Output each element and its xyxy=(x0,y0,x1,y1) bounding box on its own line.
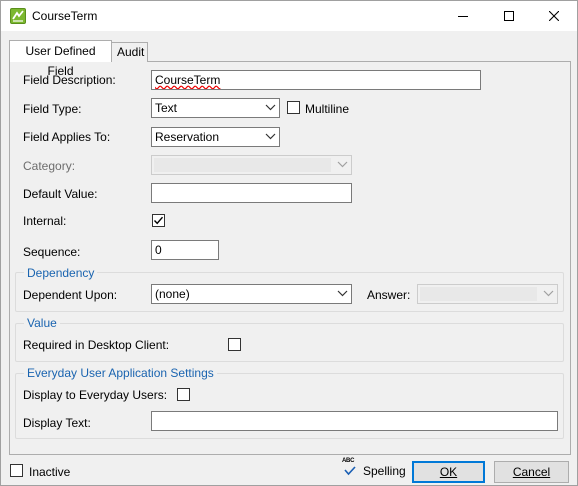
ok-button-label: OK xyxy=(439,465,458,479)
dependent-upon-value: (none) xyxy=(155,287,190,301)
chevron-down-icon xyxy=(337,290,348,297)
chevron-down-icon xyxy=(543,290,554,297)
sequence-input[interactable]: 0 xyxy=(151,240,219,260)
multiline-label: Multiline xyxy=(305,102,350,116)
internal-checkbox[interactable] xyxy=(152,214,165,227)
minimize-icon xyxy=(458,16,468,17)
title-bar: CourseTerm xyxy=(1,1,577,31)
field-applies-to-select[interactable]: Reservation xyxy=(151,127,280,147)
answer-value xyxy=(420,287,537,301)
default-value-input[interactable] xyxy=(151,183,352,203)
inactive-label: Inactive xyxy=(29,465,71,479)
field-type-value: Text xyxy=(155,101,178,115)
everyday-settings-group-title: Everyday User Application Settings xyxy=(24,366,217,380)
dependent-upon-label: Dependent Upon: xyxy=(23,288,118,302)
ok-button[interactable]: OK xyxy=(412,461,485,483)
spelling-label: Spelling xyxy=(363,464,406,478)
cancel-button[interactable]: Cancel xyxy=(494,461,569,483)
field-applies-to-value: Reservation xyxy=(155,130,220,144)
display-to-everyday-users-checkbox[interactable] xyxy=(177,388,190,401)
display-to-everyday-users-label: Display to Everyday Users: xyxy=(23,388,168,402)
chevron-down-icon xyxy=(337,161,348,168)
internal-label: Internal: xyxy=(23,214,67,228)
display-text-input[interactable] xyxy=(151,411,558,431)
value-group-title: Value xyxy=(24,316,60,330)
required-in-desktop-client-checkbox[interactable] xyxy=(228,338,241,351)
close-icon xyxy=(549,11,559,21)
category-select[interactable] xyxy=(151,155,352,175)
chevron-down-icon xyxy=(265,104,276,111)
category-value xyxy=(154,158,331,172)
dependent-upon-select[interactable]: (none) xyxy=(151,284,352,304)
category-label: Category: xyxy=(23,159,76,173)
field-type-label: Field Type: xyxy=(23,102,82,116)
tab-user-defined-field[interactable]: User Defined Field xyxy=(9,40,112,78)
field-applies-to-label: Field Applies To: xyxy=(23,130,111,144)
default-value-label: Default Value: xyxy=(23,187,98,201)
dialog-window: CourseTerm User Defined Field Audit Fiel… xyxy=(0,0,578,486)
dependency-group-title: Dependency xyxy=(24,266,98,280)
required-in-desktop-client-label: Required in Desktop Client: xyxy=(23,338,170,352)
chevron-down-icon xyxy=(265,133,276,140)
app-icon xyxy=(10,8,26,24)
maximize-button[interactable] xyxy=(486,1,532,31)
answer-select[interactable] xyxy=(417,284,558,304)
multiline-checkbox[interactable] xyxy=(287,101,300,114)
field-description-input[interactable]: CourseTerm xyxy=(151,70,481,90)
inactive-checkbox[interactable] xyxy=(10,464,23,477)
checkmark-icon xyxy=(153,216,164,225)
sequence-label: Sequence: xyxy=(23,245,81,259)
maximize-icon xyxy=(504,11,514,21)
cancel-button-label: Cancel xyxy=(512,465,551,479)
field-type-select[interactable]: Text xyxy=(151,98,280,118)
spell-check-icon: ABC xyxy=(342,458,358,478)
display-text-label: Display Text: xyxy=(23,416,91,430)
tab-audit[interactable]: Audit xyxy=(111,42,148,62)
window-title: CourseTerm xyxy=(32,9,98,23)
answer-label: Answer: xyxy=(367,288,411,302)
minimize-button[interactable] xyxy=(440,1,486,31)
spell-check-icon-text: ABC xyxy=(342,458,355,464)
close-button[interactable] xyxy=(531,1,577,31)
